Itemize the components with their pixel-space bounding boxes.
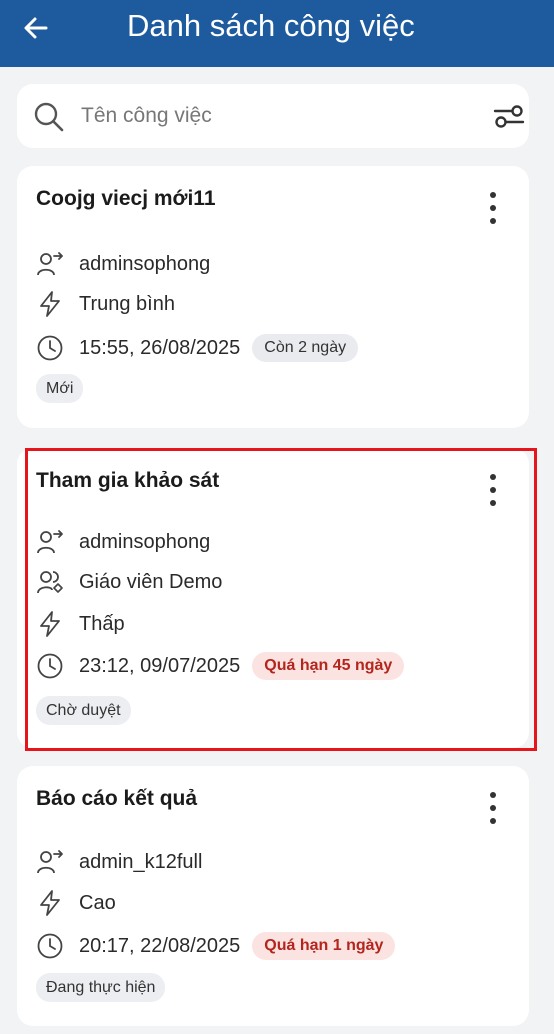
- priority-row: Cao: [35, 887, 116, 919]
- user-assignee-icon: [37, 571, 63, 594]
- task-card[interactable]: Báo cáo kết quả admin_k12full Cao 20:17,: [17, 766, 529, 1026]
- clock-icon: [37, 653, 63, 679]
- task-title: Tham gia khảo sát: [36, 469, 220, 492]
- assigner-text: adminsophong: [79, 530, 211, 553]
- task-title: Báo cáo kết quả: [36, 787, 198, 810]
- more-options-icon[interactable]: [483, 790, 503, 826]
- overdue-badge: Quá hạn 45 ngày: [252, 652, 405, 680]
- back-button[interactable]: [18, 10, 54, 46]
- filter-sliders-icon[interactable]: [492, 101, 526, 131]
- deadline-row: 23:12, 09/07/2025 Quá hạn 45 ngày: [35, 650, 405, 682]
- priority-text: Thấp: [79, 612, 125, 635]
- more-options-icon[interactable]: [483, 472, 503, 508]
- assignee-row: Giáo viên Demo: [35, 566, 222, 598]
- search-input[interactable]: [81, 98, 461, 134]
- lightning-icon: [40, 890, 60, 916]
- priority-text: Cao: [79, 891, 116, 914]
- assigner-row: adminsophong: [35, 526, 210, 558]
- lightning-icon: [40, 611, 60, 637]
- status-chip: Đang thực hiện: [36, 973, 166, 1002]
- search-bar: [17, 84, 529, 148]
- user-forward-icon: [37, 530, 63, 554]
- app-header: Danh sách công việc: [0, 0, 554, 67]
- deadline-text: 23:12, 09/07/2025: [79, 654, 241, 677]
- deadline-row: 15:55, 26/08/2025 Còn 2 ngày: [35, 332, 359, 364]
- assigner-row: admin_k12full: [35, 846, 202, 878]
- deadline-badge: Còn 2 ngày: [252, 334, 359, 362]
- user-forward-icon: [37, 850, 63, 874]
- more-options-icon[interactable]: [483, 190, 503, 226]
- deadline-text: 15:55, 26/08/2025: [79, 336, 241, 359]
- status-chip: Mới: [36, 374, 84, 403]
- assigner-text: admin_k12full: [79, 850, 203, 873]
- clock-icon: [37, 335, 63, 361]
- assigner-row: adminsophong: [35, 248, 210, 280]
- deadline-row: 20:17, 22/08/2025 Quá hạn 1 ngày: [35, 930, 396, 962]
- assigner-text: adminsophong: [79, 252, 211, 275]
- clock-icon: [37, 933, 63, 959]
- deadline-text: 20:17, 22/08/2025: [79, 934, 241, 957]
- search-icon: [34, 102, 64, 132]
- lightning-icon: [40, 291, 60, 317]
- task-title: Coojg viecj mới11: [36, 187, 216, 210]
- page-title: Danh sách công việc: [127, 8, 415, 43]
- status-chip: Chờ duyệt: [36, 696, 131, 725]
- overdue-badge: Quá hạn 1 ngày: [252, 932, 396, 960]
- priority-row: Trung bình: [35, 288, 175, 320]
- task-card[interactable]: Tham gia khảo sát adminsophong Giáo viên…: [17, 448, 529, 748]
- user-forward-icon: [37, 252, 63, 276]
- arrow-left-icon: [24, 17, 48, 39]
- task-card[interactable]: Coojg viecj mới11 adminsophong Trung bìn…: [17, 166, 529, 428]
- assignee-text: Giáo viên Demo: [79, 570, 223, 593]
- priority-text: Trung bình: [79, 292, 175, 315]
- priority-row: Thấp: [35, 608, 125, 640]
